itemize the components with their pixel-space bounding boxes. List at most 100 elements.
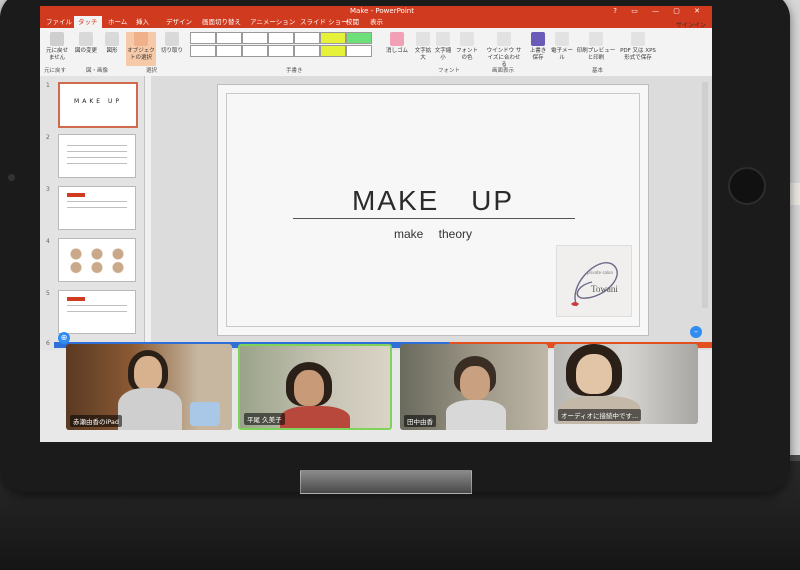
current-slide[interactable]: MAKE UP make theory private salon Towani [217, 84, 649, 336]
print-preview-button[interactable]: 印刷プレビューと印刷 [576, 32, 616, 62]
save-button[interactable]: 上書き保存 [528, 32, 548, 62]
pen-3[interactable] [242, 32, 268, 44]
slide-thumbnail-3[interactable] [58, 186, 136, 230]
tab-animations[interactable]: アニメーション [246, 16, 299, 28]
change-picture-button[interactable]: 図の変更 [74, 32, 98, 55]
tab-transitions[interactable]: 画面切り替え [198, 16, 245, 28]
email-icon [555, 32, 569, 46]
participant-body [446, 400, 506, 430]
participant-face [576, 354, 612, 394]
slide-thumbnail-1[interactable]: MAKE UP [58, 82, 138, 128]
participant-face [460, 366, 490, 400]
font-color-icon [460, 32, 474, 46]
select-object-button[interactable]: オブジェクトの選択 [126, 32, 156, 66]
thumb-number: 5 [46, 290, 50, 297]
thumb-heading [67, 297, 85, 301]
slide-thumbnail-5[interactable] [58, 290, 136, 334]
participant-face [134, 356, 162, 390]
save-icon [531, 32, 545, 46]
highlighter-yellow-2[interactable] [320, 45, 346, 57]
cut-button[interactable]: 切り取り [160, 32, 184, 55]
logo-wordmark: Towani [591, 284, 618, 294]
thumb-content [67, 145, 127, 165]
save-label: 上書き保存 [529, 48, 547, 61]
video-tile-2-active-speaker[interactable]: 平尾 久美子 [238, 344, 392, 430]
ipad-in-hand [190, 402, 220, 426]
shapes-button[interactable]: 図形 [102, 32, 122, 55]
thumb-faces [67, 245, 127, 275]
fit-window-label: ウインドウ サイズに合わせる [486, 48, 522, 68]
tab-review[interactable]: 校閲 [342, 16, 363, 28]
email-button[interactable]: 電子メール [550, 32, 574, 62]
window-title: Make - PowerPoint [350, 7, 414, 15]
pen-2[interactable] [216, 32, 242, 44]
font-color-label: フォントの色 [455, 48, 478, 61]
home-button[interactable] [728, 167, 766, 205]
font-increase-icon [416, 32, 430, 46]
shapes-label: 図形 [106, 48, 118, 54]
pen-11[interactable] [346, 45, 372, 57]
vertical-ruler [145, 76, 151, 350]
undo-button[interactable]: 元に戻せません [44, 32, 70, 62]
tab-file[interactable]: ファイル [42, 16, 76, 28]
thumb-content [67, 305, 127, 317]
title-bar: Make - PowerPoint ? ▭ — ▢ ✕ [40, 6, 712, 16]
tab-touch[interactable]: タッチ [74, 16, 102, 28]
save-pdf-label: PDF 又は XPS 形式で保存 [620, 48, 656, 61]
thumb-number: 3 [46, 186, 50, 193]
font-smaller-label: 文字縮小 [434, 48, 452, 61]
fit-window-button[interactable]: ウインドウ サイズに合わせる [486, 32, 522, 69]
towani-logo: private salon Towani [556, 245, 632, 317]
highlighter-yellow[interactable] [320, 32, 346, 44]
group-picture: 図・画像 [86, 68, 109, 74]
tab-insert[interactable]: 挿入 [132, 16, 153, 28]
eraser-button[interactable]: 消しゴム [386, 32, 408, 55]
font-color-button[interactable]: フォントの色 [454, 32, 480, 62]
zoom-view-icon[interactable]: ⊕ [58, 332, 70, 344]
tablet-stand [300, 470, 472, 494]
pen-1[interactable] [190, 32, 216, 44]
pen-5[interactable] [294, 32, 320, 44]
eraser-icon [390, 32, 404, 46]
print-preview-label: 印刷プレビューと印刷 [576, 48, 616, 61]
participant-name: 平尾 久美子 [244, 413, 285, 425]
pen-9[interactable] [268, 45, 294, 57]
font-smaller-button[interactable]: 文字縮小 [434, 32, 452, 62]
video-tile-3[interactable]: 田中由香 [400, 344, 548, 430]
zoom-more-icon[interactable]: – [690, 326, 702, 338]
save-pdf-button[interactable]: PDF 又は XPS 形式で保存 [618, 32, 658, 62]
group-select: 選択 [146, 68, 158, 74]
ribbon: 元に戻せません 図の変更 図形 オブジェクトの選択 切り取り 消しゴム 文字拡大… [40, 28, 712, 77]
print-icon [589, 32, 603, 46]
cut-label: 切り取り [160, 48, 183, 54]
tab-design[interactable]: デザイン [162, 16, 196, 28]
slide-thumbnail-4[interactable] [58, 238, 136, 282]
pen-8[interactable] [242, 45, 268, 57]
video-tile-4[interactable]: オーディオに接続中です... [554, 344, 698, 424]
video-tile-1[interactable]: 赤瀬由香のiPad [66, 344, 232, 430]
logo-tagline: private salon [587, 270, 614, 275]
slide-subtitle[interactable]: make theory [218, 227, 648, 241]
slide-title[interactable]: MAKE UP [218, 185, 648, 217]
pdf-icon [631, 32, 645, 46]
zoom-video-strip: 赤瀬由香のiPad 平尾 久美子 田中由香 オーディオに接続中です... [66, 344, 716, 432]
slide-thumbnail-2[interactable] [58, 134, 136, 178]
picture-icon [79, 32, 93, 46]
ipad-tablet: Make - PowerPoint ? ▭ — ▢ ✕ ファイル タッチ ホーム… [0, 0, 790, 492]
vertical-scrollbar[interactable] [702, 82, 708, 308]
pen-4[interactable] [268, 32, 294, 44]
pen-10[interactable] [294, 45, 320, 57]
email-label: 電子メール [550, 48, 573, 61]
pen-7[interactable] [216, 45, 242, 57]
font-bigger-button[interactable]: 文字拡大 [414, 32, 432, 62]
tab-home[interactable]: ホーム [104, 16, 131, 28]
pointer-icon [134, 32, 148, 46]
highlighter-green[interactable] [346, 32, 372, 44]
ink-pen-gallery [190, 32, 380, 62]
slide-editing-canvas: MAKE UP make theory private salon Towani [145, 76, 712, 350]
tab-view[interactable]: 表示 [366, 16, 387, 28]
eraser-label: 消しゴム [386, 48, 409, 54]
group-ink: 手書き [286, 68, 303, 74]
window-controls[interactable]: ? ▭ — ▢ ✕ [613, 6, 706, 16]
pen-6[interactable] [190, 45, 216, 57]
